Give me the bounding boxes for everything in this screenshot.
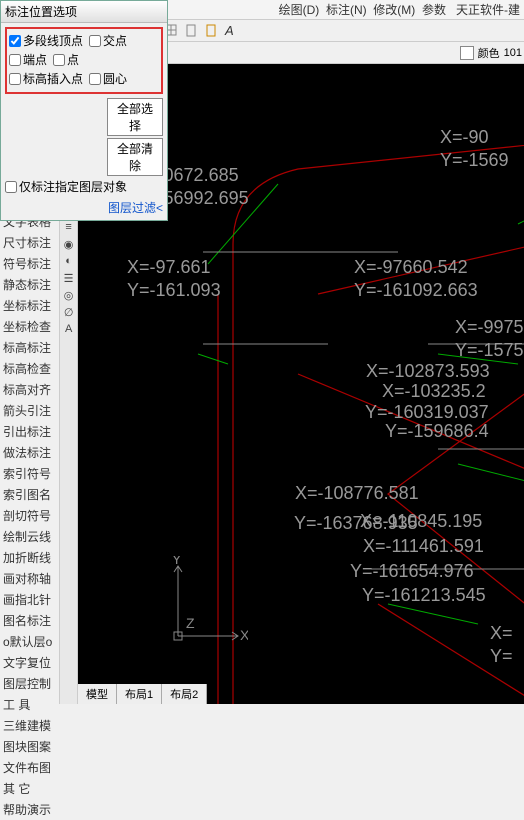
sidebar-item[interactable]: 文字复位 (0, 652, 59, 673)
sidebar-item[interactable]: 图层控制 (0, 673, 59, 694)
sidebar-item[interactable]: 帮助演示 (0, 799, 59, 820)
menu-draw[interactable]: 绘图(D) (279, 3, 320, 17)
brand-label: 天正软件-建 (456, 3, 520, 17)
coordinate-annotation: X=-9975Y=-1575 (455, 316, 524, 363)
sidebar-item[interactable]: 标高标注 (0, 337, 59, 358)
menu-param[interactable]: 参数 (422, 3, 446, 17)
axis-x-label: X (240, 627, 248, 643)
checkbox-point[interactable]: 点 (53, 51, 79, 68)
coordinate-annotation: X=-97.661Y=-161.093 (127, 256, 221, 303)
color-label: 颜色 (478, 45, 500, 61)
sidebar-item[interactable]: 画对称轴 (0, 568, 59, 589)
tab-layout1[interactable]: 布局1 (117, 684, 162, 704)
sidebar-item[interactable]: 文件布图 (0, 757, 59, 778)
coordinate-annotation: X=-111461.591 (363, 535, 484, 558)
sidebar-item[interactable]: 静态标注 (0, 274, 59, 295)
checkbox-center[interactable]: 圆心 (89, 70, 127, 87)
sidebar-item[interactable]: 坐标检查 (0, 316, 59, 337)
sidebar-item[interactable]: 三维建模 (0, 715, 59, 736)
layout-tabs: 模型 布局1 布局2 (78, 684, 207, 704)
sidebar-item[interactable]: 加折断线 (0, 547, 59, 568)
sidebar-item[interactable]: o默认层o (0, 631, 59, 652)
coordinate-annotation: Y=-161213.545 (362, 584, 486, 607)
tool-icon[interactable]: ◉ (61, 236, 77, 252)
paste-icon[interactable] (203, 22, 221, 40)
sidebar-item[interactable]: 画指北针 (0, 589, 59, 610)
coordinate-annotation: X=-103235.2 (382, 380, 486, 403)
checkbox-elev-insert[interactable]: 标高插入点 (9, 70, 83, 87)
point-type-group: 多段线顶点 交点 端点 点 标高插入点 圆心 (5, 27, 163, 94)
sidebar-item[interactable]: 坐标标注 (0, 295, 59, 316)
sidebar-item[interactable]: 标高检查 (0, 358, 59, 379)
tool-icon[interactable]: ◐ (61, 253, 77, 269)
coordinate-annotation: X=-108776.581 (295, 482, 419, 505)
checkbox-intersection[interactable]: 交点 (89, 32, 127, 49)
dialog-title: 标注位置选项 (1, 1, 167, 23)
svg-text:A: A (224, 23, 234, 38)
tab-model[interactable]: 模型 (78, 684, 117, 704)
sidebar-item[interactable]: 标高对齐 (0, 379, 59, 400)
sidebar-item[interactable]: 图名标注 (0, 610, 59, 631)
tool-icon[interactable]: A (61, 321, 77, 337)
color-number: 101 (504, 47, 522, 59)
sidebar-item[interactable]: 剖切符号 (0, 505, 59, 526)
text-style-icon[interactable]: A (223, 22, 241, 40)
tool-icon[interactable]: ≡ (61, 219, 77, 235)
checkbox-polyline-vertex[interactable]: 多段线顶点 (9, 32, 83, 49)
sidebar-item[interactable]: 图块图案 (0, 736, 59, 757)
sidebar-item[interactable]: 绘制云线 (0, 526, 59, 547)
checkbox-endpoint[interactable]: 端点 (9, 51, 47, 68)
sidebar-item[interactable]: 尺寸标注 (0, 232, 59, 253)
color-swatch[interactable] (460, 46, 474, 60)
menu-modify[interactable]: 修改(M) (373, 3, 415, 17)
axis-y-label: Y (172, 556, 182, 567)
tool-icon[interactable]: ∅ (61, 304, 77, 320)
coordinate-annotation: Y=-161654.976 (350, 560, 474, 583)
sidebar-item[interactable]: 其 它 (0, 778, 59, 799)
ucs-axis-icon: Y X Z (168, 556, 248, 646)
select-all-button[interactable]: 全部选择 (107, 98, 163, 136)
tool-icon[interactable]: ◎ (61, 287, 77, 303)
sidebar-item[interactable]: 引出标注 (0, 421, 59, 442)
annotation-options-dialog: 标注位置选项 多段线顶点 交点 端点 点 标高插入点 圆心 全部选择 全部清除 (0, 0, 168, 221)
menu-annotate[interactable]: 标注(N) (326, 3, 367, 17)
clipboard-icon[interactable] (183, 22, 201, 40)
coordinate-annotation: X=Y= (490, 622, 513, 669)
checkbox-layer-only[interactable]: 仅标注指定图层对象 (5, 178, 127, 195)
tool-icon[interactable]: ☰ (61, 270, 77, 286)
axis-z-label: Z (186, 615, 195, 631)
menu-group: 绘图(D) 标注(N) 修改(M) 参数 天正软件-建 (279, 1, 520, 18)
sidebar-item[interactable]: 索引图名 (0, 484, 59, 505)
sidebar-item[interactable]: 工 具 (0, 694, 59, 715)
sidebar-item[interactable]: 索引符号 (0, 463, 59, 484)
tab-layout2[interactable]: 布局2 (162, 684, 207, 704)
sidebar-item[interactable]: 箭头引注 (0, 400, 59, 421)
coordinate-annotation: X=-90Y=-1569 (440, 126, 509, 173)
clear-all-button[interactable]: 全部清除 (107, 138, 163, 176)
sidebar-item[interactable]: 符号标注 (0, 253, 59, 274)
coordinate-annotation: X=-110845.195 (360, 510, 482, 533)
layer-filter-button[interactable]: 图层过滤< (5, 199, 163, 216)
coordinate-annotation: X=-97660.542Y=-161092.663 (354, 256, 478, 303)
sidebar-item[interactable]: 做法标注 (0, 442, 59, 463)
coordinate-annotation: Y=-159686.4 (385, 420, 489, 443)
